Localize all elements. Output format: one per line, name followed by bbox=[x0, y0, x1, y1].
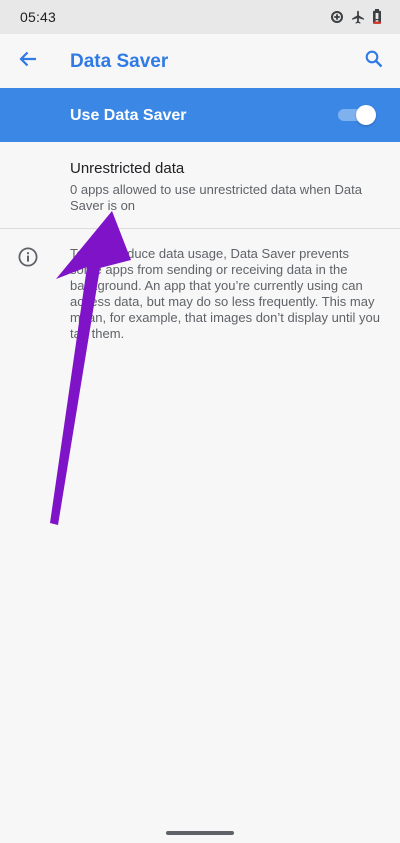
data-saver-footer-text: To help reduce data usage, Data Saver pr… bbox=[70, 246, 381, 341]
unrestricted-data-title: Unrestricted data bbox=[70, 160, 185, 177]
unrestricted-data-summary: 0 apps allowed to use unrestricted data … bbox=[70, 182, 362, 213]
status-icons bbox=[330, 9, 382, 24]
toggle-thumb bbox=[356, 105, 376, 125]
use-data-saver-switch-bar[interactable]: Use Data Saver bbox=[0, 88, 400, 142]
data-saver-icon bbox=[330, 10, 344, 24]
navigation-handle[interactable] bbox=[166, 831, 234, 835]
app-bar: Data Saver bbox=[0, 34, 400, 88]
battery-low-icon bbox=[372, 9, 382, 24]
status-time: 05:43 bbox=[20, 9, 57, 25]
info-icon bbox=[17, 246, 39, 268]
divider bbox=[0, 228, 400, 229]
status-bar: 05:43 bbox=[0, 0, 400, 34]
search-button[interactable] bbox=[358, 46, 390, 76]
airplane-mode-icon bbox=[351, 10, 365, 24]
use-data-saver-label: Use Data Saver bbox=[70, 107, 187, 124]
page-title: Data Saver bbox=[70, 51, 169, 72]
use-data-saver-toggle[interactable] bbox=[338, 105, 376, 125]
search-icon bbox=[365, 50, 383, 73]
back-button[interactable] bbox=[12, 46, 44, 76]
arrow-back-icon bbox=[19, 51, 37, 72]
unrestricted-data-item[interactable]: Unrestricted data 0 apps allowed to use … bbox=[0, 142, 400, 228]
